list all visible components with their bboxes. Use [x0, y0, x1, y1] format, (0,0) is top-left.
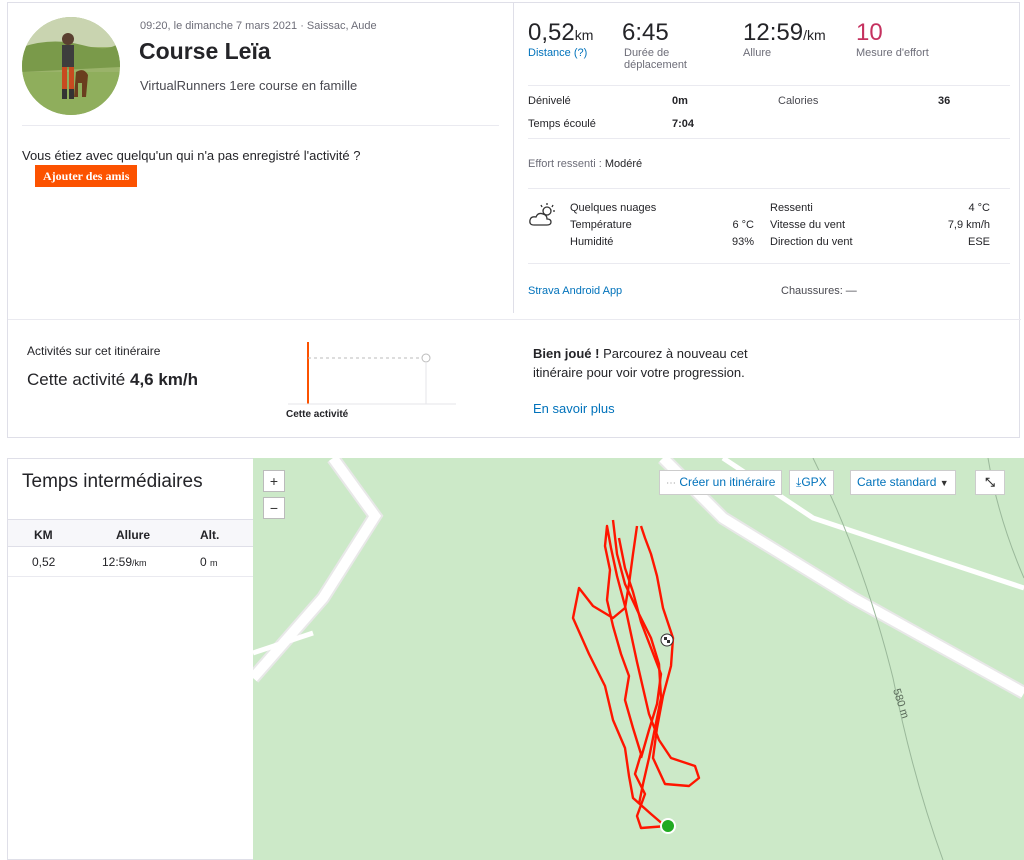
humidity-value: 93%: [731, 236, 754, 248]
activity-stats: 0,52km Distance (?) 6:45 Durée de déplac…: [513, 3, 1021, 313]
finish-checker: [667, 640, 670, 643]
this-activity-prefix: Cette activité: [27, 370, 130, 389]
feels-like-value: 4 °C: [968, 202, 990, 214]
route-message: Bien joué ! Parcourez à nouveau cet itin…: [533, 344, 753, 382]
activity-header: 09:20, le dimanche 7 mars 2021 · Saissac…: [8, 3, 513, 313]
contour-label: 580 m: [890, 687, 911, 720]
perceived-exertion: Effort ressenti : Modéré: [528, 158, 642, 170]
stat-pace: 12:59/km Allure: [743, 19, 826, 59]
add-friends-button[interactable]: Ajouter des amis: [35, 165, 138, 187]
moving-time-value: 6:45: [622, 19, 669, 46]
divider: [528, 263, 1010, 264]
untagged-friends-question: Vous étiez avec quelqu'un qui n'a pas en…: [22, 148, 361, 163]
map-canvas[interactable]: 580 m: [253, 458, 1024, 860]
splits-panel: Temps intermédiaires KM Allure Alt. 0,52…: [7, 458, 253, 860]
splits-title: Temps intermédiaires: [22, 471, 203, 492]
split-pace-value: 12:59: [102, 555, 133, 569]
matched-activities-label: Activités sur cet itinéraire: [27, 344, 161, 358]
finish-checker: [664, 637, 667, 640]
splits-header-row: KM Allure Alt.: [8, 519, 253, 547]
pace-label: Allure: [743, 47, 772, 59]
zoom-in-button[interactable]: +: [263, 470, 285, 492]
humidity-label: Humidité: [570, 236, 614, 248]
contour-line: [812, 458, 944, 860]
start-marker: [660, 818, 676, 834]
partly-cloudy-icon: [528, 201, 558, 234]
splits-header-pace: Allure: [116, 528, 151, 542]
elapsed-time-label: Temps écoulé: [528, 118, 596, 130]
this-activity-speed-value: 4,6 km/h: [130, 370, 199, 389]
feels-like-label: Ressenti: [770, 202, 813, 214]
stat-effort[interactable]: 10 Mesure d'effort: [856, 19, 929, 59]
learn-more-link[interactable]: En savoir plus: [533, 401, 615, 416]
wind-direction-label: Direction du vent: [770, 236, 853, 248]
table-row: 0,52 12:59/km 0 m: [8, 547, 253, 577]
distance-value: 0,52: [528, 19, 575, 46]
elevation-label: Dénivelé: [528, 95, 571, 107]
map-type-dropdown[interactable]: Carte standard ▼: [850, 470, 956, 495]
split-pace: 12:59/km: [102, 555, 147, 569]
zoom-out-button[interactable]: −: [263, 497, 285, 519]
create-route-button[interactable]: ⋯ Créer un itinéraire: [659, 470, 783, 495]
divider: [528, 138, 1010, 139]
chevron-down-icon: ▼: [939, 478, 949, 488]
activity-track: [603, 524, 701, 830]
pace-unit: /km: [803, 27, 826, 43]
activity-map[interactable]: 580 m + − ⋯ Créer un itinéraire ⤓GPX Car…: [253, 458, 1024, 860]
best-effort-point: [421, 353, 431, 363]
calories-value: 36: [938, 95, 951, 107]
moving-time-label: Durée de déplacement: [624, 47, 687, 71]
fullscreen-button[interactable]: ⤡: [975, 470, 1005, 495]
gpx-label: GPX: [801, 475, 827, 489]
split-km: 0,52: [32, 555, 56, 569]
split-alt-unit: m: [210, 558, 218, 568]
distance-help-link[interactable]: Distance (?): [528, 47, 593, 59]
effort-value: 10: [856, 19, 883, 46]
matched-activities: Activités sur cet itinéraire Cette activ…: [8, 319, 1021, 437]
divider: [528, 188, 1010, 189]
elapsed-time-value: 7:04: [672, 118, 695, 130]
weather-condition: Quelques nuages: [570, 202, 657, 214]
stat-moving-time: 6:45 Durée de déplacement: [622, 19, 712, 71]
elevation-value: 0m: [672, 95, 688, 107]
activity-date-location: 09:20, le dimanche 7 mars 2021 · Saissac…: [140, 20, 377, 32]
distance-unit: km: [574, 27, 594, 43]
this-activity-speed: Cette activité 4,6 km/h: [27, 370, 198, 390]
divider: [528, 85, 1010, 86]
wind-direction-value: ESE: [967, 236, 990, 248]
route-message-bold: Bien joué !: [533, 346, 600, 361]
effort-label: Mesure d'effort: [856, 47, 929, 59]
device-app-link[interactable]: Strava Android App: [528, 285, 622, 297]
wind-speed-label: Vitesse du vent: [770, 219, 846, 231]
pace-value: 12:59: [743, 19, 804, 46]
perceived-exertion-label: Effort ressenti :: [528, 158, 605, 170]
map-type-label: Carte standard: [857, 475, 937, 489]
temperature-value: 6 °C: [732, 219, 754, 231]
shoes-info: Chaussures: —: [781, 285, 857, 297]
split-alt: 0 m: [200, 555, 218, 569]
temperature-label: Température: [570, 219, 632, 231]
splits-header-alt: Alt.: [200, 528, 220, 542]
wind-speed-value: 7,9 km/h: [947, 219, 990, 231]
split-pace-unit: /km: [132, 558, 147, 568]
split-alt-value: 0: [200, 555, 207, 569]
activity-track: [571, 525, 666, 827]
create-route-label: Créer un itinéraire: [679, 475, 776, 489]
calories-label: Calories: [778, 95, 819, 107]
gpx-button[interactable]: ⤓GPX: [789, 470, 834, 495]
divider: [22, 125, 499, 126]
activity-description: VirtualRunners 1ere course en famille: [140, 78, 358, 93]
activity-title: Course Leïa: [139, 38, 271, 64]
athlete-avatar[interactable]: [22, 17, 120, 115]
splits-header-km: KM: [34, 528, 53, 542]
route-icon: ⋯: [666, 478, 676, 489]
activity-card: 09:20, le dimanche 7 mars 2021 · Saissac…: [7, 2, 1021, 438]
stat-distance: 0,52km Distance (?): [528, 19, 593, 59]
fullscreen-icon: ⤡: [985, 475, 995, 489]
chart-label: Cette activité: [286, 409, 349, 420]
perceived-exertion-value: Modéré: [604, 158, 643, 170]
